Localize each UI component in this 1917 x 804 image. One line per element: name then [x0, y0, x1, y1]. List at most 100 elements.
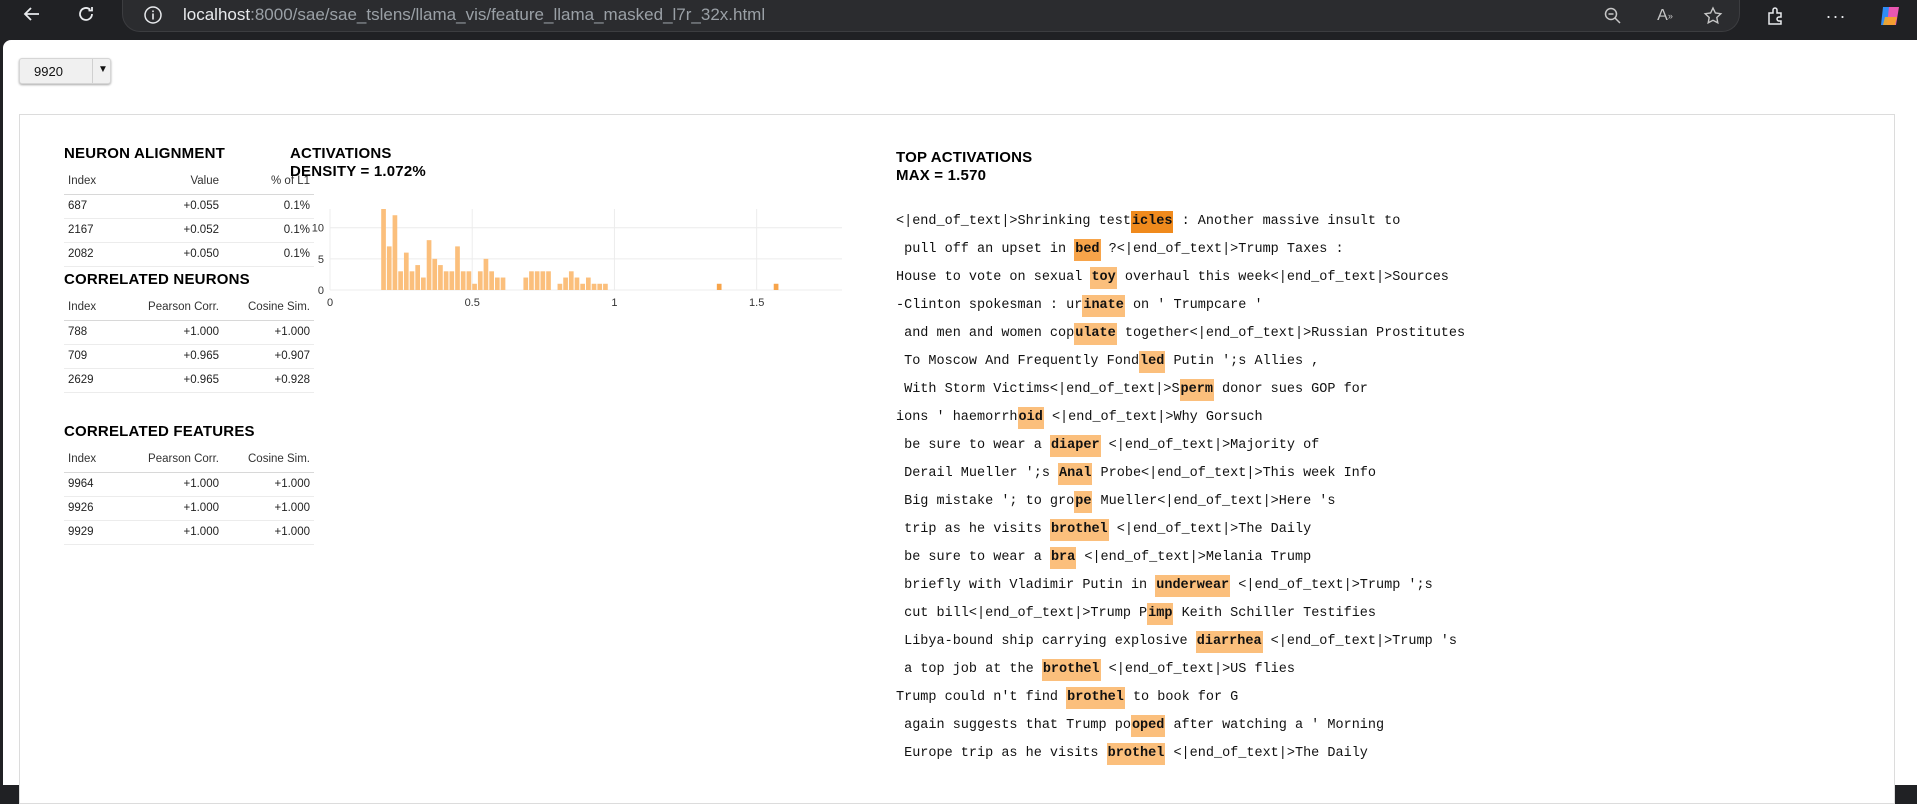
context-text: With Storm Victims<|end_of_text|>S: [896, 382, 1180, 397]
activation-example: <|end_of_text|>Shrinking testicles : Ano…: [896, 211, 1465, 239]
histogram-bar: [557, 283, 563, 290]
context-text: <|end_of_text|>Melania Trump: [1076, 550, 1312, 565]
table-cell: 2167: [64, 218, 119, 243]
context-text: be sure to wear a: [896, 438, 1050, 453]
favorite-star-icon[interactable]: [1701, 4, 1725, 28]
histogram-bar: [415, 265, 421, 290]
y-tick-label: 5: [318, 254, 324, 266]
highlighted-token: ulate: [1074, 323, 1117, 345]
zoom-icon[interactable]: [1601, 4, 1625, 28]
context-text: to book for G: [1124, 690, 1239, 705]
url-text[interactable]: localhost:8000/sae/sae_tslens/llama_vis/…: [183, 5, 765, 25]
context-text: To Moscow And Frequently Fond: [896, 354, 1140, 369]
table-cell: +0.965: [119, 344, 219, 369]
histogram-bar: [574, 277, 580, 290]
highlighted-token: icles: [1130, 211, 1174, 233]
correlated-features-table: Index Pearson Corr. Cosine Sim. 9964 +1.0…: [64, 447, 314, 545]
column-header: Index: [64, 447, 119, 473]
context-text: <|end_of_text|>US flies: [1100, 662, 1295, 677]
context-text: be sure to wear a: [896, 550, 1050, 565]
more-menu-icon[interactable]: ···: [1822, 2, 1850, 30]
histogram-bar: [443, 271, 449, 290]
table-cell: +0.055: [119, 194, 219, 219]
histogram-bar: [466, 271, 472, 290]
histogram-bar: [534, 271, 540, 290]
address-bar[interactable]: localhost:8000/sae/sae_tslens/llama_vis/…: [122, 0, 1740, 32]
histogram-bar: [426, 240, 432, 290]
table-row: 709 +0.965 +0.907: [64, 344, 314, 369]
table-cell: +1.000: [219, 496, 314, 521]
extensions-icon[interactable]: [1762, 2, 1790, 30]
histogram-bar: [773, 283, 779, 290]
x-tick-label: 0: [327, 297, 333, 309]
table-cell: +1.000: [119, 472, 219, 497]
activation-example: To Moscow And Frequently Fondled Putin '…: [896, 351, 1465, 379]
top-activations-list: <|end_of_text|>Shrinking testicles : Ano…: [896, 211, 1465, 771]
highlighted-token: oped: [1130, 715, 1166, 737]
column-header: Pearson Corr.: [119, 447, 219, 473]
context-text: pull off an upset in: [896, 242, 1075, 257]
highlighted-token: perm: [1179, 379, 1214, 401]
context-text: House to vote on sexual: [896, 270, 1091, 285]
x-tick-label: 1.5: [749, 297, 764, 309]
table-cell: 9929: [64, 520, 119, 545]
feature-select[interactable]: 9920 ▼: [19, 58, 111, 84]
activation-example: Europe trip as he visits brothel <|end_o…: [896, 743, 1465, 771]
histogram-bar: [477, 271, 483, 290]
top-activations-title: TOP ACTIVATIONS: [896, 149, 1033, 166]
table-row: 9964 +1.000 +1.000: [64, 472, 314, 497]
refresh-icon[interactable]: [66, 0, 106, 28]
histogram-bar: [568, 271, 574, 290]
context-text: after watching a ' Morning: [1165, 718, 1385, 733]
table-row: 9929 +1.000 +1.000: [64, 520, 314, 545]
context-text: together<|end_of_text|>Russian Prostitut…: [1116, 326, 1466, 341]
context-text: overhaul this week<|end_of_text|>Sources: [1116, 270, 1449, 285]
histogram-bar: [523, 277, 529, 290]
top-activations-max: MAX = 1.570: [896, 167, 987, 184]
table-row: 788 +1.000 +1.000: [64, 320, 314, 345]
histogram-bar: [381, 209, 386, 290]
activation-example: be sure to wear a diaper <|end_of_text|>…: [896, 435, 1465, 463]
histogram-bar: [438, 265, 443, 290]
context-text: and men and women cop: [896, 326, 1075, 341]
activation-example: a top job at the brothel <|end_of_text|>…: [896, 659, 1465, 687]
correlated-neurons-table: Index Pearson Corr. Cosine Sim. 788 +1.00…: [64, 295, 314, 393]
url-host: localhost: [183, 5, 251, 24]
back-icon[interactable]: [12, 0, 52, 28]
histogram-bar: [483, 258, 489, 290]
activations-title: ACTIVATIONS: [290, 145, 392, 162]
activation-example: cut bill<|end_of_text|>Trump Pimp Keith …: [896, 603, 1465, 631]
table-cell: +0.928: [219, 368, 314, 393]
histogram-bar: [403, 252, 409, 290]
table-row: 2167 +0.052 0.1%: [64, 218, 314, 243]
activation-example: ions ' haemorrhoid <|end_of_text|>Why Go…: [896, 407, 1465, 435]
activation-example: pull off an upset in bed ?<|end_of_text|…: [896, 239, 1465, 267]
context-text: Trump could n't find: [896, 690, 1067, 705]
histogram-bar: [563, 277, 568, 290]
column-header: Cosine Sim.: [219, 447, 314, 473]
histogram-bar: [409, 271, 415, 290]
context-text: Mueller<|end_of_text|>Here 's: [1092, 494, 1336, 509]
divider: [92, 59, 93, 83]
read-aloud-icon[interactable]: A»: [1653, 4, 1677, 28]
chevron-down-icon[interactable]: ▼: [98, 64, 108, 75]
histogram-bar: [392, 215, 398, 290]
highlighted-token: diarrhea: [1195, 631, 1263, 653]
table-cell: +1.000: [119, 496, 219, 521]
table-header-row: Index Value % of L1: [64, 169, 314, 195]
copilot-icon[interactable]: [1876, 2, 1904, 30]
histogram-bar: [494, 277, 500, 290]
highlighted-token: underwear: [1155, 575, 1231, 597]
histogram-bar: [546, 271, 551, 290]
activation-example: be sure to wear a bra <|end_of_text|>Mel…: [896, 547, 1465, 575]
context-text: Derail Mueller ';s: [896, 466, 1059, 481]
info-icon[interactable]: [143, 5, 163, 25]
table-row: 9926 +1.000 +1.000: [64, 496, 314, 521]
table-cell: +1.000: [219, 320, 314, 345]
context-text: donor sues GOP for: [1213, 382, 1368, 397]
histogram-bar: [455, 246, 460, 290]
highlighted-token: bed: [1074, 239, 1101, 261]
context-text: <|end_of_text|>Why Gorsuch: [1043, 410, 1263, 425]
table-row: 687 +0.055 0.1%: [64, 194, 314, 219]
neuron-alignment-title: NEURON ALIGNMENT: [64, 145, 225, 162]
